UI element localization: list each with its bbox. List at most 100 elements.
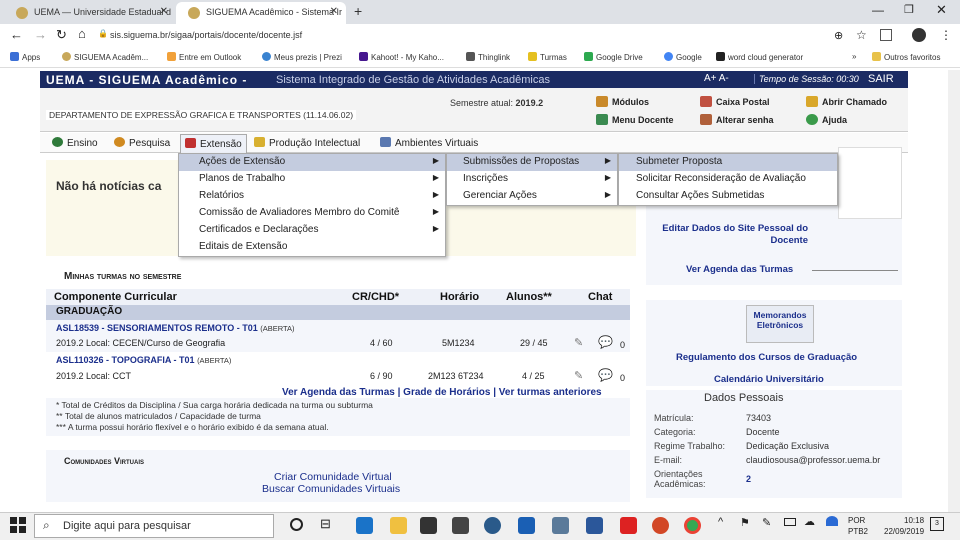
menu-item-consultar-acoes[interactable]: Consultar Ações Submetidas <box>619 188 837 205</box>
modulos-link[interactable]: Módulos <box>596 96 649 107</box>
browser-tab-siguema[interactable]: SIGUEMA Acadêmico - Sistema Ir ✕ <box>176 2 346 24</box>
menu-item-submissoes[interactable]: Submissões de Propostas ▶ <box>447 154 617 171</box>
language-indicator[interactable]: POR PTB2 <box>848 515 868 537</box>
forum-icon[interactable]: ✎ <box>574 336 583 349</box>
criar-comunidade-link[interactable]: Criar Comunidade Virtual <box>274 471 392 483</box>
bookmark-outlook[interactable]: Entre em Outlook <box>167 52 241 62</box>
editar-site-link[interactable]: Editar Dados do Site Pessoal do Docente <box>662 223 808 247</box>
menu-pesquisa[interactable]: Pesquisa <box>114 137 170 149</box>
font-size-controls[interactable]: A+ A- <box>704 73 729 84</box>
back-icon[interactable]: ← <box>10 27 23 42</box>
memorandos-button[interactable]: Memorandos Eletrônicos <box>746 305 814 343</box>
battery-icon[interactable] <box>784 518 796 526</box>
caixa-postal-link[interactable]: Caixa Postal <box>700 96 770 107</box>
bookmark-apps[interactable]: Apps <box>10 52 40 62</box>
maximize-icon[interactable]: ❐ <box>904 3 914 16</box>
bookmark-siguema[interactable]: SIGUEMA Acadêm... <box>62 52 148 62</box>
bookmark-google[interactable]: Google <box>664 52 702 62</box>
menu-item-comissao[interactable]: Comissão de Avaliadores Membro do Comitê… <box>179 205 445 222</box>
mail-icon[interactable] <box>452 517 469 534</box>
calendario-link[interactable]: Calendário Universitário <box>714 374 824 385</box>
close-window-icon[interactable]: ✕ <box>936 2 947 18</box>
menu-ensino[interactable]: Ensino <box>52 137 98 149</box>
chrome-icon[interactable] <box>684 517 701 534</box>
acrobat-icon[interactable] <box>620 517 637 534</box>
buscar-comunidade-link[interactable]: Buscar Comunidades Virtuais <box>262 483 400 495</box>
menu-item-planos-trabalho[interactable]: Planos de Trabalho ▶ <box>179 171 445 188</box>
alterar-senha-link[interactable]: Alterar senha <box>700 114 774 125</box>
bookmark-thinglink[interactable]: Thinglink <box>466 52 510 62</box>
forward-icon[interactable]: → <box>34 27 47 42</box>
bookmark-word-cloud[interactable]: word cloud generator <box>716 52 803 62</box>
word-icon[interactable] <box>586 517 603 534</box>
bookmark-google-drive[interactable]: Google Drive <box>584 52 643 62</box>
turmas-links[interactable]: Ver Agenda das Turmas | Grade de Horário… <box>282 387 602 398</box>
taskbar-search-input[interactable]: ⌕ Digite aqui para pesquisar <box>34 514 274 538</box>
store-icon[interactable] <box>420 517 437 534</box>
menu-item-solicitar-reconsideracao[interactable]: Solicitar Reconsideração de Avaliação <box>619 171 837 188</box>
task-view-icon[interactable]: ⊟ <box>320 516 331 532</box>
edge-icon[interactable] <box>356 517 373 534</box>
menu-item-acoes-extensao[interactable]: Ações de Extensão ▶ <box>179 154 445 171</box>
zoom-icon[interactable]: ⊕ <box>834 29 843 42</box>
reload-icon[interactable]: ↻ <box>56 27 67 43</box>
menu-item-relatorios[interactable]: Relatórios ▶ <box>179 188 445 205</box>
menu-item-editais[interactable]: Editais de Extensão <box>179 239 445 256</box>
bookmark-other[interactable]: Outros favoritos <box>872 52 940 62</box>
browser-tab-uema[interactable]: UEMA — Universidade Estadual d ✕ <box>4 2 176 24</box>
menu-item-gerenciar-acoes[interactable]: Gerenciar Ações ▶ <box>447 188 617 205</box>
abrir-chamado-link[interactable]: Abrir Chamado <box>806 96 887 107</box>
submenu-arrow-icon: ▶ <box>432 224 439 233</box>
notification-icon[interactable]: 3 <box>930 517 944 531</box>
tray-icon-1[interactable]: ⚑ <box>740 516 750 529</box>
bookmark-turmas[interactable]: Turmas <box>528 52 567 62</box>
outlook-icon[interactable] <box>518 517 535 534</box>
bookmark-kahoot[interactable]: Kahoot! - My Kaho... <box>359 52 444 62</box>
course-link[interactable]: ASL110326 - TOPOGRAFIA - T01 (ABERTA) <box>56 355 231 365</box>
home-icon[interactable]: ⌂ <box>78 26 86 41</box>
star-icon[interactable]: ☆ <box>856 28 867 42</box>
menu-item-submeter-proposta[interactable]: Submeter Proposta <box>619 154 837 171</box>
chat-icon[interactable]: 💬 <box>598 335 613 349</box>
bookmarks-overflow-icon[interactable]: » <box>852 52 856 61</box>
ajuda-link[interactable]: Ajuda <box>806 114 847 125</box>
page-scrollbar[interactable] <box>948 70 960 512</box>
menu-docente-icon <box>596 114 608 125</box>
cloud-icon[interactable]: ☁ <box>804 515 815 528</box>
taskbar-clock[interactable]: 10:18 22/09/2019 <box>884 515 924 537</box>
key-icon <box>700 114 712 125</box>
tray-overflow-icon[interactable]: ^ <box>718 516 723 528</box>
menu-extensao[interactable]: Extensão <box>180 134 247 154</box>
chat-icon[interactable]: 💬 <box>598 368 613 382</box>
course-link[interactable]: ASL18539 - SENSORIAMENTOS REMOTO - T01 (… <box>56 323 295 333</box>
extensao-icon <box>185 138 196 148</box>
minimize-icon[interactable]: — <box>872 3 884 17</box>
tray-icon-2[interactable]: ✎ <box>762 516 771 529</box>
menu-producao-intelectual[interactable]: Produção Intelectual <box>254 137 360 149</box>
menu-ambientes-virtuais[interactable]: Ambientes Virtuais <box>380 137 478 149</box>
logout-link[interactable]: SAIR <box>868 73 894 85</box>
agenda-link[interactable]: Ver Agenda das Turmas <box>686 264 793 275</box>
explorer-icon[interactable] <box>390 517 407 534</box>
close-tab-icon[interactable]: ✕ <box>330 6 338 17</box>
address-bar[interactable]: 🔒 sis.siguema.br/sigaa/portais/docente/d… <box>96 27 836 45</box>
lock-icon: 🔒 <box>98 29 108 38</box>
search-app-icon[interactable] <box>484 517 501 534</box>
profile-avatar[interactable] <box>912 28 926 42</box>
group-label: GRADUAÇÃO <box>56 306 123 317</box>
menu-kebab-icon[interactable]: ⋮ <box>940 28 952 42</box>
forum-icon[interactable]: ✎ <box>574 369 583 382</box>
menu-item-inscricoes[interactable]: Inscrições ▶ <box>447 171 617 188</box>
cortana-icon[interactable] <box>290 518 303 531</box>
close-tab-icon[interactable]: ✕ <box>160 6 168 17</box>
new-tab-button[interactable]: + <box>354 3 362 19</box>
regulamento-link[interactable]: Regulamento dos Cursos de Graduação <box>676 352 857 363</box>
menu-item-certificados[interactable]: Certificados e Declarações ▶ <box>179 222 445 239</box>
bookmark-prezi[interactable]: Meus prezis | Prezi <box>262 52 342 62</box>
powerpoint-icon[interactable] <box>652 517 669 534</box>
extension-icon[interactable] <box>880 29 892 41</box>
app-icon[interactable] <box>552 517 569 534</box>
network-icon[interactable] <box>826 516 838 526</box>
windows-start-icon[interactable] <box>10 517 26 533</box>
menu-docente-link[interactable]: Menu Docente <box>596 114 674 125</box>
